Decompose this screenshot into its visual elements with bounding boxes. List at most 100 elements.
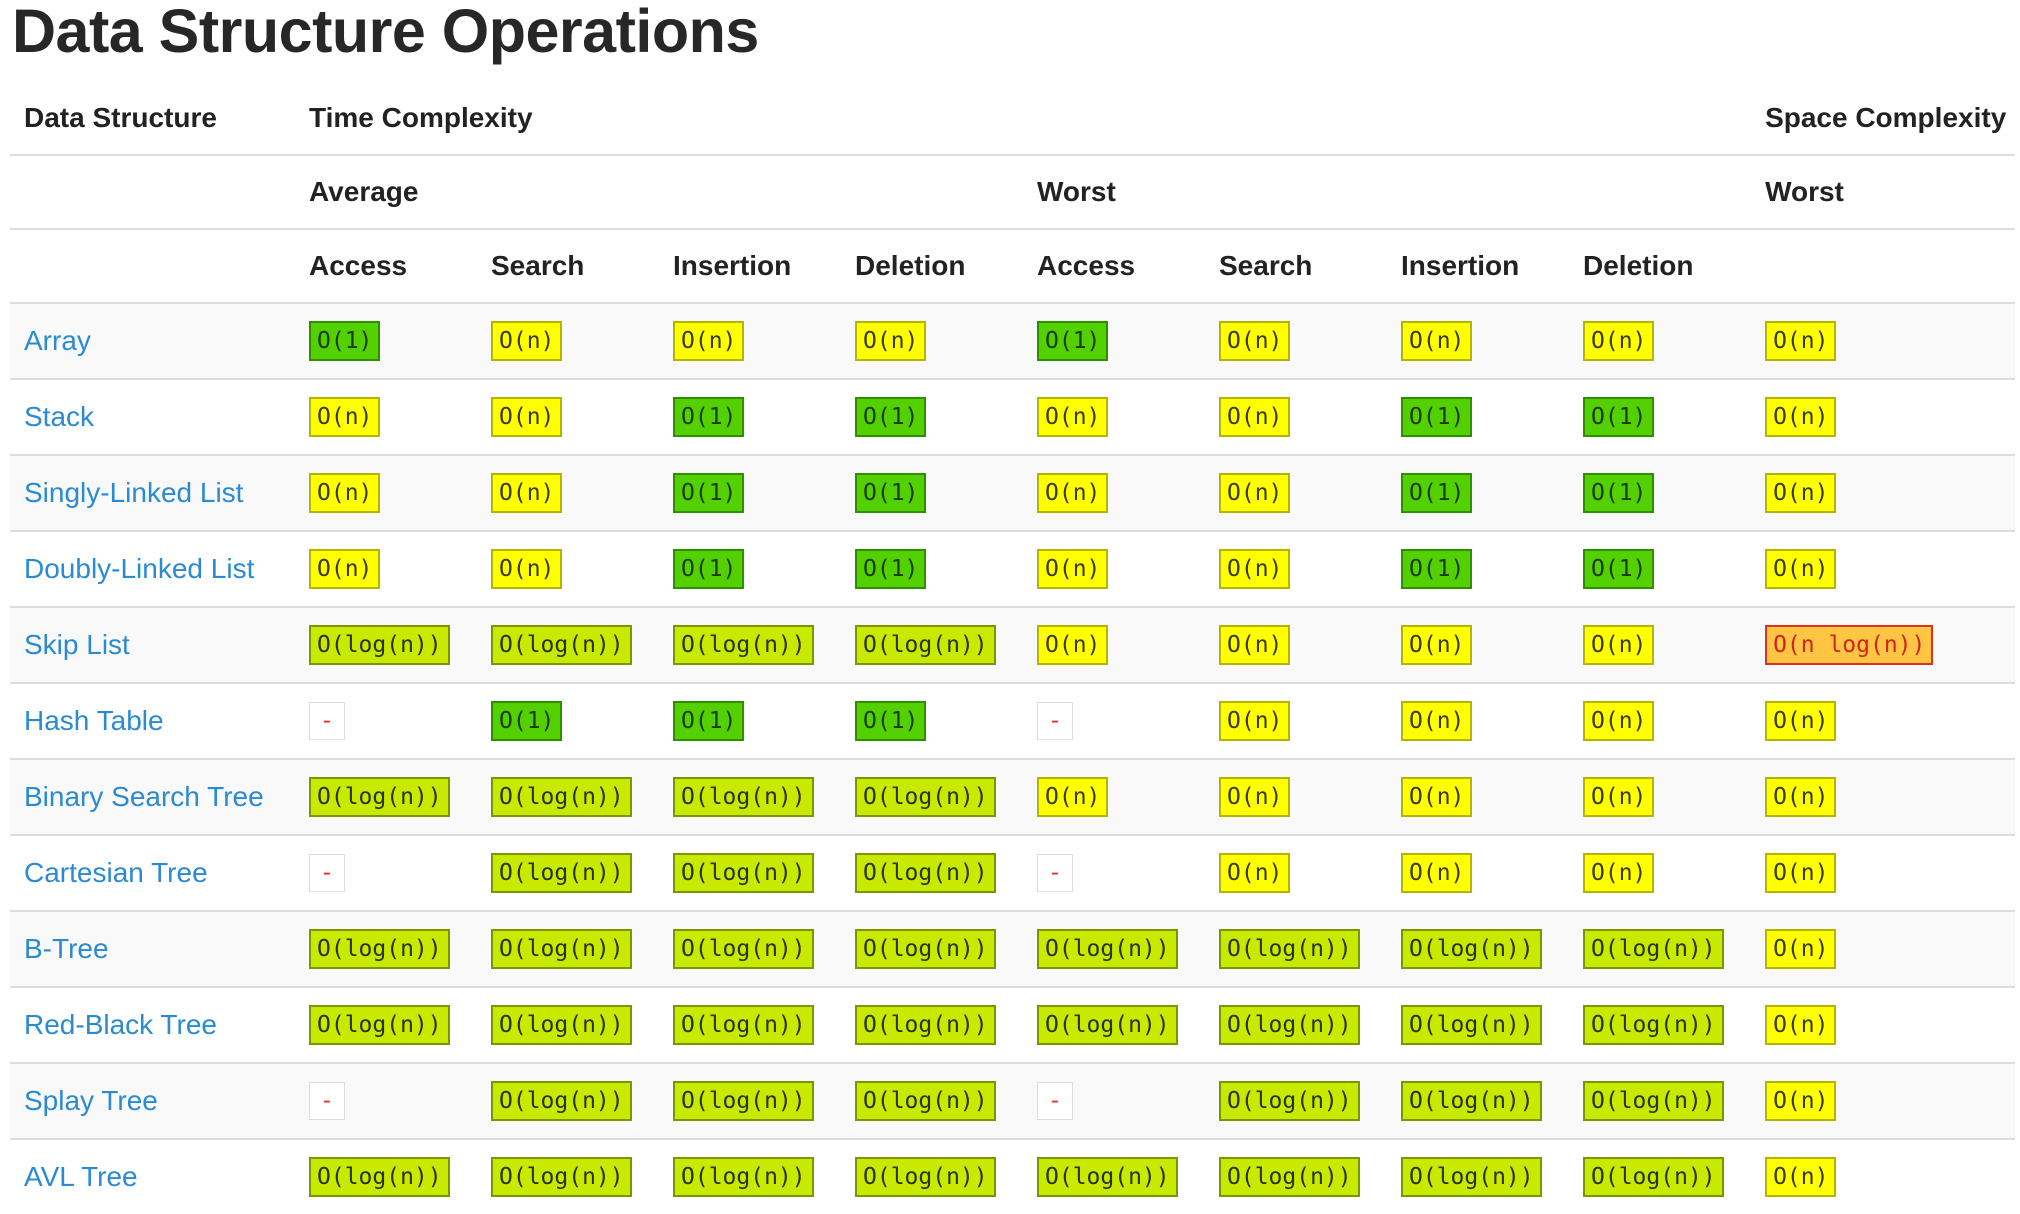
cell-space-worst: O(n) — [1751, 758, 2016, 835]
complexity-badge: O(1) — [1583, 549, 1655, 589]
cell-space-worst: O(n) — [1751, 454, 2016, 531]
complexity-badge: O(n) — [309, 473, 381, 513]
complexity-badge: O(log(n)) — [1583, 1081, 1724, 1121]
header-row-top: Data Structure Time Complexity Space Com… — [10, 82, 2015, 155]
cell-worst-search: O(n) — [1205, 454, 1387, 531]
data-structure-link[interactable]: Hash Table — [24, 705, 164, 736]
cell-worst-insertion: O(log(n)) — [1387, 1062, 1569, 1139]
complexity-badge: O(log(n)) — [1037, 1005, 1178, 1045]
header-row-mid: Average Worst Worst — [10, 154, 2016, 229]
cell-avg-access: O(log(n)) — [295, 910, 477, 987]
cell-worst-access: O(log(n)) — [1023, 1138, 1205, 1214]
cell-avg-deletion: O(log(n)) — [841, 910, 1023, 987]
cell-worst-insertion: O(n) — [1387, 606, 1569, 683]
cell-worst-search: O(n) — [1205, 606, 1387, 683]
complexity-badge: O(n) — [1401, 853, 1473, 893]
complexity-badge: O(n) — [1583, 853, 1655, 893]
cell-worst-deletion: O(1) — [1569, 530, 1752, 607]
cell-avg-insertion: O(1) — [659, 454, 841, 531]
page-title: Data Structure Operations — [12, 0, 759, 65]
cell-space-worst: O(n) — [1751, 910, 2016, 987]
complexity-badge: O(log(n)) — [491, 1081, 632, 1121]
complexity-badge: O(log(n)) — [855, 853, 996, 893]
complexity-badge: O(1) — [491, 701, 563, 741]
cell-avg-deletion: O(1) — [841, 530, 1023, 607]
header-avg-access: Access — [295, 228, 477, 303]
complexity-badge: O(log(n)) — [1037, 1157, 1178, 1197]
cell-worst-access: O(1) — [1023, 302, 1205, 379]
data-structure-link[interactable]: Splay Tree — [24, 1085, 158, 1116]
complexity-badge: O(log(n)) — [1219, 1005, 1360, 1045]
cell-avg-access: - — [295, 834, 477, 911]
complexity-badge: O(log(n)) — [673, 777, 814, 817]
complexity-badge: O(1) — [673, 397, 745, 437]
table-row: Hash Table - O(1) O(1) O(1) - O(n) O(n) O(n) O(n) — [10, 682, 2016, 759]
data-structure-link[interactable]: B-Tree — [24, 933, 109, 964]
table-body: Array O(1) O(n) O(n) O(n) O(1) O(n) O(n) O(n) O(n… — [10, 302, 2016, 1214]
complexity-badge: O(log(n)) — [1583, 1157, 1724, 1197]
data-structure-link[interactable]: Stack — [24, 401, 94, 432]
row-name-cell: Stack — [10, 378, 295, 455]
table-row: Skip List O(log(n)) O(log(n)) O(log(n)) O(lo… — [10, 606, 2016, 683]
cell-avg-insertion: O(log(n)) — [659, 758, 841, 835]
header-space-worst: Worst — [1751, 154, 2016, 229]
row-name-cell: B-Tree — [10, 910, 295, 987]
row-name-cell: Skip List — [10, 606, 295, 683]
complexity-badge: O(1) — [673, 549, 745, 589]
complexity-badge: O(n) — [309, 549, 381, 589]
cell-avg-deletion: O(1) — [841, 378, 1023, 455]
cell-avg-deletion: O(log(n)) — [841, 1138, 1023, 1214]
complexity-badge: O(log(n)) — [491, 777, 632, 817]
complexity-badge: O(log(n)) — [1401, 1157, 1542, 1197]
cell-worst-access: O(n) — [1023, 758, 1205, 835]
complexity-badge: - — [1037, 854, 1073, 892]
header-avg-search: Search — [477, 228, 659, 303]
cell-avg-search: O(log(n)) — [477, 1062, 659, 1139]
complexity-badge: O(log(n)) — [491, 929, 632, 969]
complexity-badge: O(1) — [1583, 397, 1655, 437]
data-structure-link[interactable]: Cartesian Tree — [24, 857, 208, 888]
complexity-badge: O(n) — [1401, 625, 1473, 665]
header-empty-cell — [10, 228, 295, 303]
complexity-badge: O(1) — [855, 397, 927, 437]
complexity-badge: O(n) — [491, 549, 563, 589]
complexity-badge: O(log(n)) — [855, 929, 996, 969]
table-row: Cartesian Tree - O(log(n)) O(log(n)) O(log(n… — [10, 834, 2016, 911]
cell-worst-search: O(log(n)) — [1205, 1138, 1387, 1214]
data-structure-link[interactable]: Binary Search Tree — [24, 781, 264, 812]
cell-worst-deletion: O(log(n)) — [1569, 1062, 1752, 1139]
data-structure-link[interactable]: AVL Tree — [24, 1161, 138, 1192]
cell-worst-deletion: O(log(n)) — [1569, 910, 1752, 987]
cell-worst-deletion: O(n) — [1569, 302, 1752, 379]
complexity-badge: O(n) — [1765, 777, 1837, 817]
table-row: B-Tree O(log(n)) O(log(n)) O(log(n)) O(log(n… — [10, 910, 2016, 987]
table-row: Singly-Linked List O(n) O(n) O(1) O(1) O(n) O(… — [10, 454, 2016, 531]
complexity-badge: - — [309, 854, 345, 892]
cell-worst-search: O(n) — [1205, 682, 1387, 759]
header-space-complexity: Space Complexity — [1765, 102, 2007, 133]
data-structure-link[interactable]: Array — [24, 325, 91, 356]
complexity-badge: O(log(n)) — [855, 777, 996, 817]
data-structure-link[interactable]: Skip List — [24, 629, 130, 660]
complexity-badge: O(1) — [855, 473, 927, 513]
table-row: Binary Search Tree O(log(n)) O(log(n)) O(lo… — [10, 758, 2016, 835]
row-name-cell: Doubly-Linked List — [10, 530, 295, 607]
cell-avg-deletion: O(log(n)) — [841, 834, 1023, 911]
cell-avg-access: O(log(n)) — [295, 758, 477, 835]
header-avg-insertion: Insertion — [659, 228, 841, 303]
cell-worst-deletion: O(n) — [1569, 834, 1752, 911]
row-name-cell: Binary Search Tree — [10, 758, 295, 835]
cell-space-worst: O(n) — [1751, 530, 2016, 607]
data-structure-link[interactable]: Red-Black Tree — [24, 1009, 217, 1040]
data-structure-link[interactable]: Doubly-Linked List — [24, 553, 254, 584]
cell-worst-access: O(log(n)) — [1023, 910, 1205, 987]
cell-worst-search: O(n) — [1205, 530, 1387, 607]
cell-avg-deletion: O(log(n)) — [841, 1062, 1023, 1139]
cell-avg-access: - — [295, 682, 477, 759]
cell-avg-deletion: O(1) — [841, 682, 1023, 759]
table-row: Doubly-Linked List O(n) O(n) O(1) O(1) O(n) O(… — [10, 530, 2016, 607]
complexity-badge: O(n) — [1583, 625, 1655, 665]
data-structure-link[interactable]: Singly-Linked List — [24, 477, 243, 508]
cell-worst-search: O(n) — [1205, 378, 1387, 455]
cell-worst-deletion: O(n) — [1569, 606, 1752, 683]
